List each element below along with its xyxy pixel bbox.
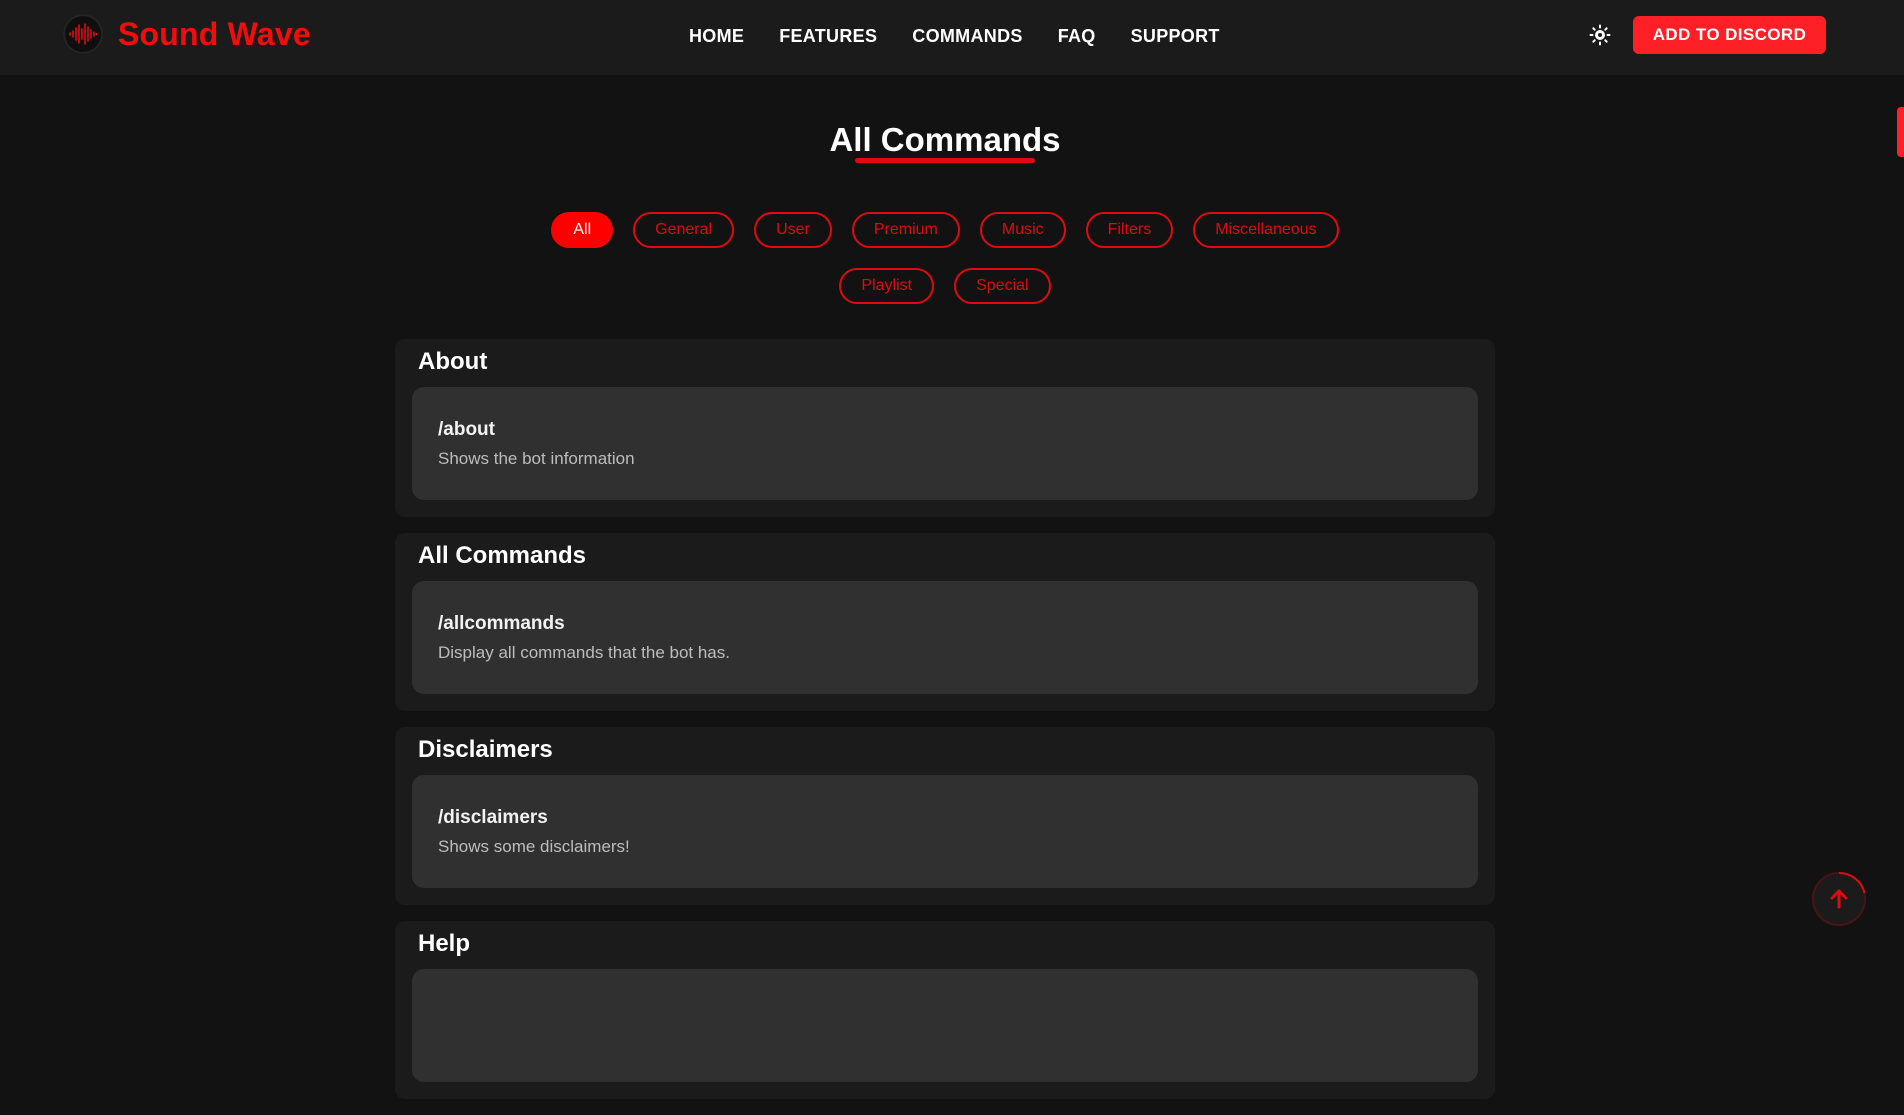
filter-user[interactable]: User: [754, 212, 832, 248]
main-nav: HOME FEATURES COMMANDS FAQ SUPPORT: [689, 24, 1255, 48]
page-title: All Commands: [829, 121, 1061, 158]
filter-music[interactable]: Music: [979, 212, 1066, 248]
scroll-to-top-button[interactable]: [1812, 872, 1866, 926]
scroll-progress-ring: [1838, 872, 1866, 894]
sun-icon: [1589, 24, 1611, 46]
command-name: /about: [438, 419, 495, 440]
scrollbar-thumb[interactable]: [1897, 107, 1904, 157]
filter-special[interactable]: Special: [954, 268, 1051, 304]
command-description: Shows some disclaimers!: [438, 837, 630, 856]
command-description: Shows the bot information: [438, 449, 635, 468]
command-description: Display all commands that the bot has.: [438, 643, 730, 662]
nav-faq-link[interactable]: FAQ: [1058, 24, 1096, 48]
theme-toggle-button[interactable]: [1588, 23, 1612, 47]
command-section: All Commands /allcommands Display all co…: [395, 533, 1495, 711]
command-card: /allcommands Display all commands that t…: [412, 581, 1478, 694]
sound-wave-logo-icon: [63, 14, 103, 54]
command-section: Help: [395, 921, 1495, 1099]
section-title: Disclaimers: [418, 736, 553, 763]
filter-premium[interactable]: Premium: [851, 212, 960, 248]
nav-home-link[interactable]: HOME: [689, 24, 744, 48]
command-card: [412, 969, 1478, 1082]
section-title: Help: [418, 930, 471, 957]
command-card: /about Shows the bot information: [412, 387, 1478, 500]
title-underline: [855, 158, 1035, 163]
section-title: All Commands: [418, 542, 587, 569]
filter-general[interactable]: General: [633, 212, 735, 248]
filter-filters[interactable]: Filters: [1085, 212, 1174, 248]
add-to-discord-button[interactable]: ADD TO DISCORD: [1633, 16, 1826, 54]
command-section: About /about Shows the bot information: [395, 339, 1495, 517]
command-sections: About /about Shows the bot information A…: [395, 339, 1495, 1115]
section-title: About: [418, 348, 488, 375]
brand-name: Sound Wave: [118, 15, 311, 52]
filter-playlist[interactable]: Playlist: [839, 268, 935, 304]
command-card: /disclaimers Shows some disclaimers!: [412, 775, 1478, 888]
nav-support-link[interactable]: SUPPORT: [1131, 24, 1220, 48]
brand-logo-link[interactable]: Sound Wave: [63, 14, 311, 54]
filter-miscellaneous[interactable]: Miscellaneous: [1193, 212, 1339, 248]
filter-all[interactable]: All: [551, 212, 614, 248]
command-name: /allcommands: [438, 613, 565, 634]
command-section: Disclaimers /disclaimers Shows some disc…: [395, 727, 1495, 905]
nav-commands-link[interactable]: COMMANDS: [912, 24, 1022, 48]
category-filters: All General User Premium Music Filters M…: [540, 212, 1350, 304]
nav-features-link[interactable]: FEATURES: [779, 24, 877, 48]
top-navbar: Sound Wave HOME FEATURES COMMANDS FAQ SU…: [0, 0, 1904, 75]
command-name: /disclaimers: [438, 807, 548, 828]
